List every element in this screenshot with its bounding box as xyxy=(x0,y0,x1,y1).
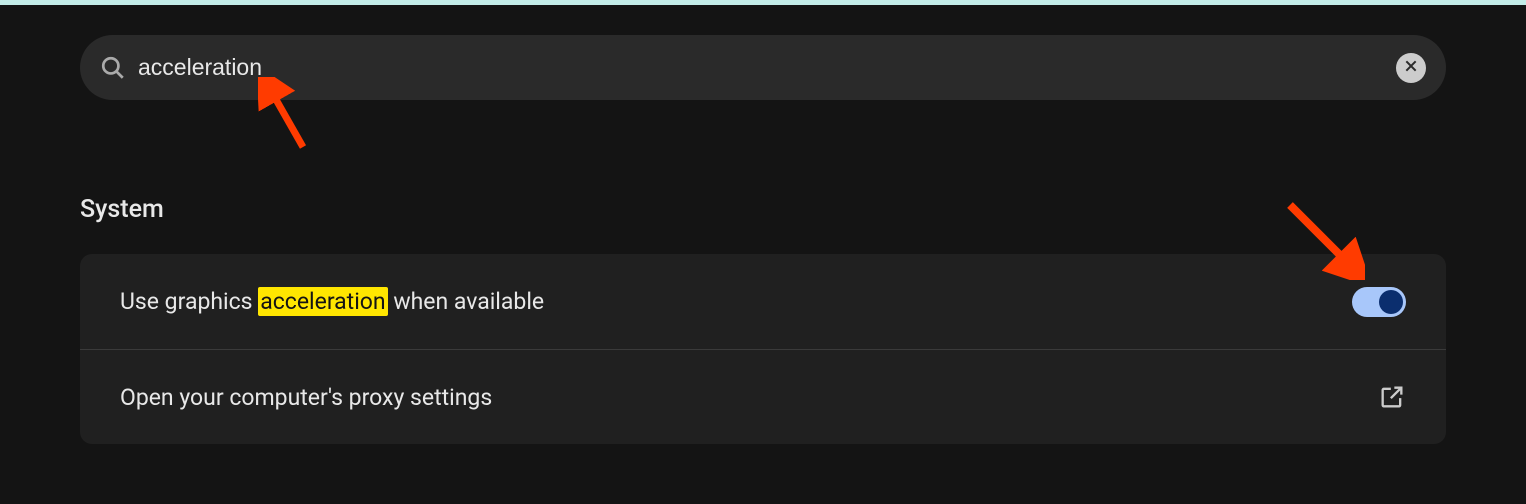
label-text-pre: Use graphics xyxy=(120,288,258,315)
search-input[interactable] xyxy=(138,54,1396,81)
system-settings-panel: Use graphics acceleration when available… xyxy=(80,254,1446,444)
row-proxy-settings[interactable]: Open your computer's proxy settings xyxy=(80,349,1446,444)
row-label-proxy: Open your computer's proxy settings xyxy=(120,384,492,411)
top-accent-strip xyxy=(0,0,1526,5)
close-icon xyxy=(1403,58,1419,78)
toggle-knob xyxy=(1379,290,1403,314)
clear-search-button[interactable] xyxy=(1396,53,1426,83)
search-bar[interactable] xyxy=(80,35,1446,100)
label-text-post: when available xyxy=(388,288,545,315)
toggle-graphics-acceleration[interactable] xyxy=(1352,287,1406,317)
external-link-icon xyxy=(1378,383,1406,411)
section-title-system: System xyxy=(80,195,1446,224)
row-label-graphics: Use graphics acceleration when available xyxy=(120,288,544,315)
search-icon xyxy=(100,55,126,81)
row-graphics-acceleration[interactable]: Use graphics acceleration when available xyxy=(80,254,1446,349)
search-highlight: acceleration xyxy=(258,287,387,316)
